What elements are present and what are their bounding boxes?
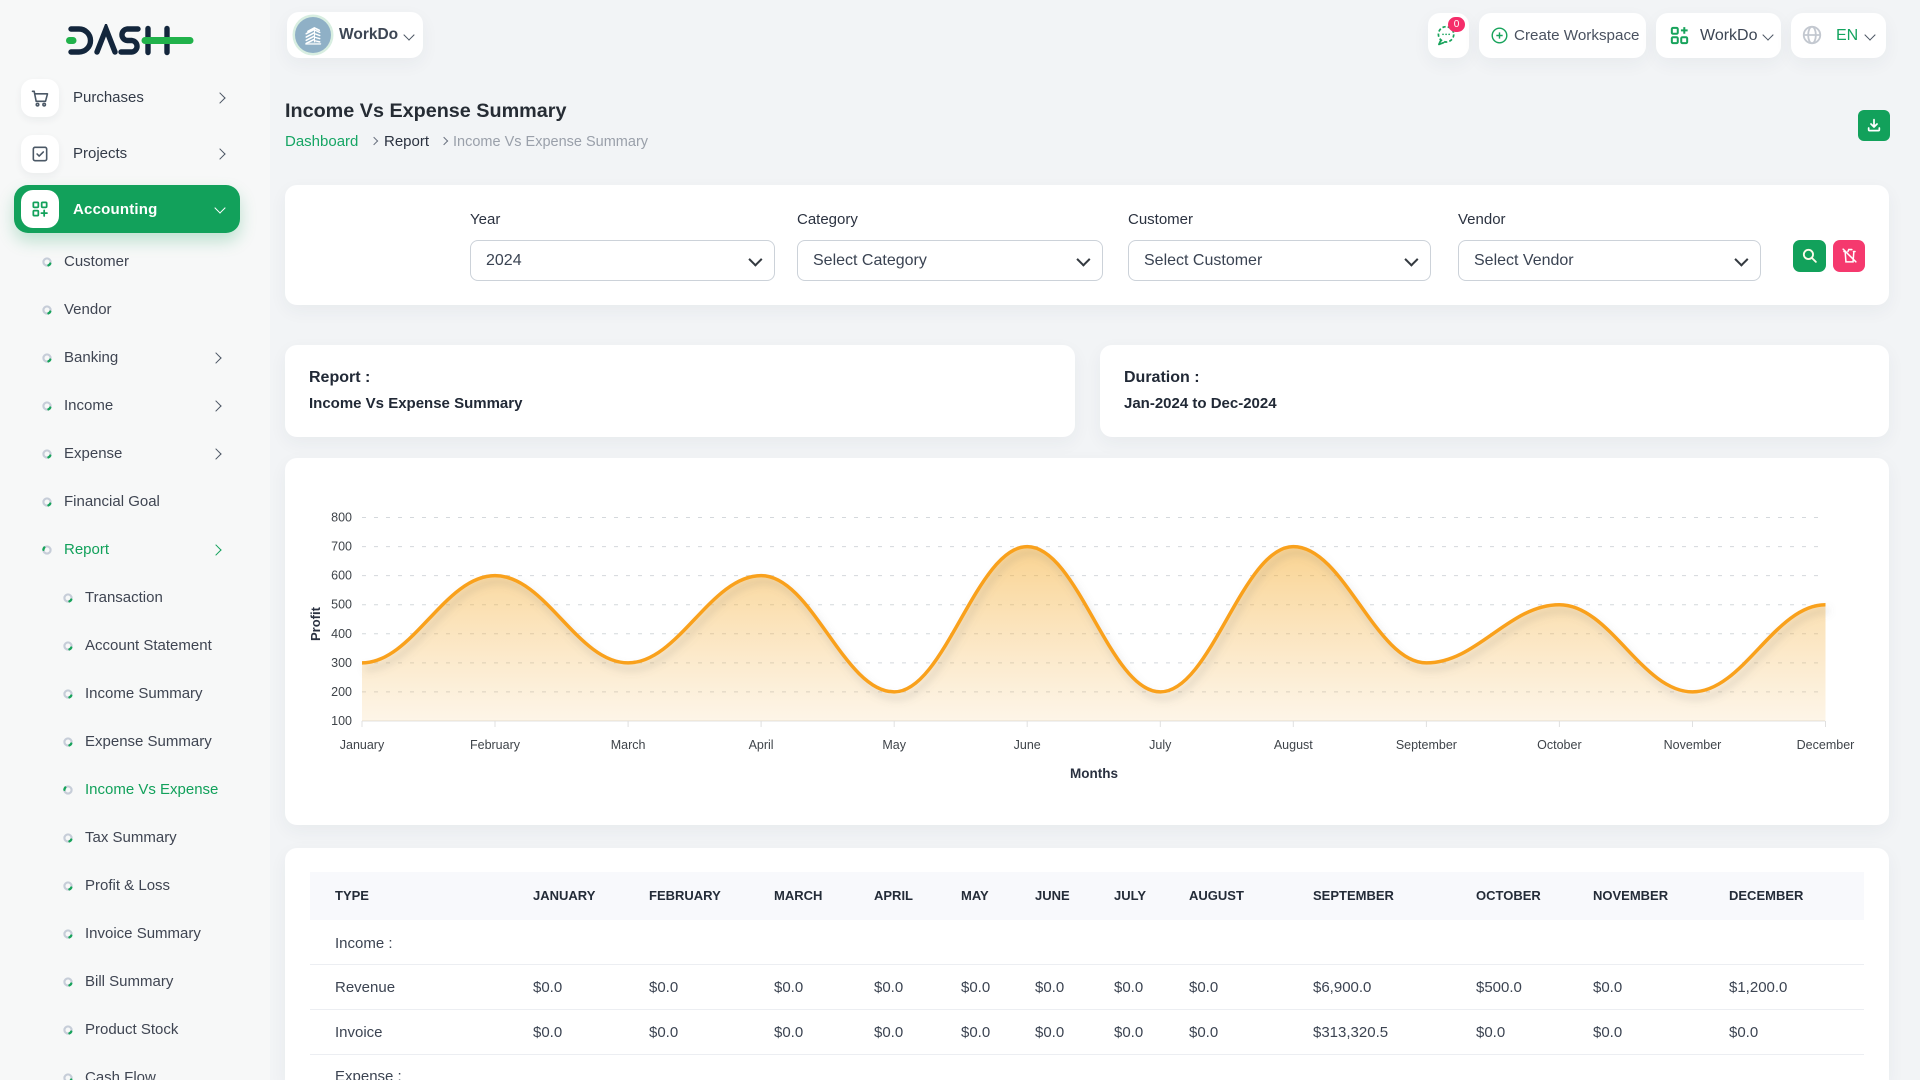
svg-text:May: May — [882, 738, 906, 752]
svg-text:June: June — [1014, 738, 1041, 752]
svg-text:December: December — [1797, 738, 1855, 752]
svg-text:March: March — [611, 738, 646, 752]
svg-text:July: July — [1149, 738, 1172, 752]
svg-text:August: August — [1274, 738, 1313, 752]
svg-text:200: 200 — [331, 685, 352, 699]
svg-text:Months: Months — [1070, 766, 1118, 781]
svg-text:300: 300 — [331, 656, 352, 670]
svg-text:400: 400 — [331, 627, 352, 641]
svg-text:500: 500 — [331, 598, 352, 612]
svg-text:April: April — [749, 738, 774, 752]
svg-text:Profit: Profit — [308, 606, 323, 641]
svg-text:November: November — [1664, 738, 1722, 752]
svg-text:January: January — [340, 738, 385, 752]
svg-text:800: 800 — [331, 511, 352, 525]
svg-text:700: 700 — [331, 540, 352, 554]
svg-text:February: February — [470, 738, 521, 752]
svg-text:October: October — [1537, 738, 1581, 752]
svg-text:600: 600 — [331, 569, 352, 583]
svg-text:100: 100 — [331, 714, 352, 728]
svg-text:September: September — [1396, 738, 1457, 752]
